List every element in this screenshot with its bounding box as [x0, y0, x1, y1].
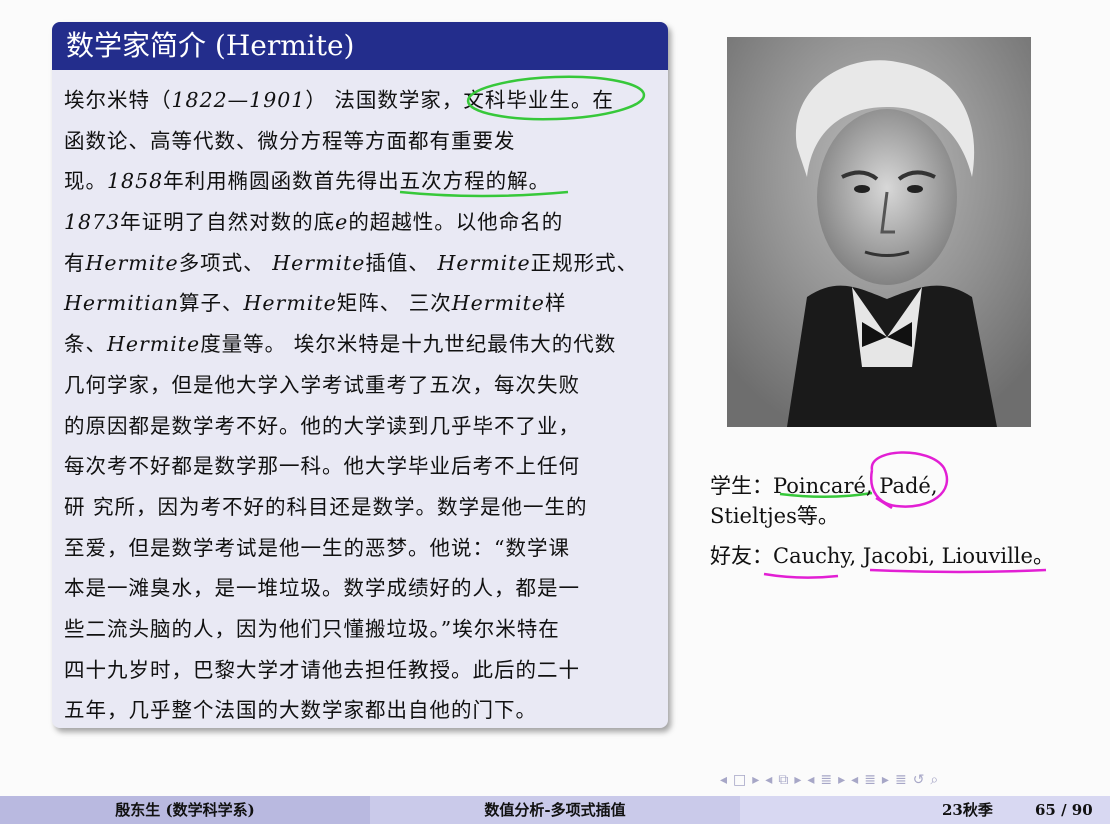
biography-text-segment: 至爱，但是数学考试是他一生的恶梦。他说：“数学课 [64, 535, 570, 560]
biography-line: Hermitian算子、Hermite矩阵、 三次Hermite样 [64, 283, 658, 324]
biography-line: 本是一滩臭水，是一堆垃圾。数学成绩好的人，都是一 [64, 568, 658, 609]
biography-text-segment: 的原因都是数学考不好。他的大学读到几乎毕不了业， [64, 413, 580, 438]
biography-text-segment: 函数论、高等代数、微分方程等方面都有重要发 [64, 128, 516, 153]
students-line-1: 学生：Poincaré, Padé, [710, 474, 938, 498]
biography-text-segment: 正规形式、 [530, 250, 639, 275]
nav-symbol-icon[interactable]: ⧉ [778, 772, 788, 788]
nav-symbol-icon[interactable]: ≣ [864, 772, 876, 788]
footer-course: 数值分析-多项式插值 [370, 796, 740, 824]
footer-semester: 23秋季 [942, 801, 993, 819]
biography-block: 数学家简介 (Hermite) 埃尔米特（1822—1901） 法国数学家，文科… [52, 22, 668, 728]
biography-text-segment: 1873 [64, 210, 121, 235]
nav-symbol-icon[interactable]: ↺ [913, 772, 925, 788]
biography-text-segment: 几何学家，但是他大学入学考试重考了五次，每次失败 [64, 372, 580, 397]
biography-text-segment: 有 [64, 250, 86, 275]
biography-line: 些二流头脑的人，因为他们只懂搬垃圾。”埃尔米特在 [64, 609, 658, 650]
biography-text-segment: 本是一滩臭水，是一堆垃圾。数学成绩好的人，都是一 [64, 576, 580, 601]
nav-symbol-icon[interactable]: ◂ [807, 772, 814, 788]
magenta-underline-cauchy [763, 572, 839, 579]
beamer-navigation-bar[interactable]: ◂ □ ▸ ◂ ⧉ ▸ ◂ ≣ ▸ ◂ ≣ ▸ ≣ ↺ ⌕ [720, 768, 1090, 792]
nav-symbol-icon[interactable]: ≣ [820, 772, 832, 788]
biography-text-segment: 现。 [64, 169, 107, 194]
biography-text-segment: 的超越性。以他命名的 [348, 210, 564, 235]
nav-symbol-icon[interactable]: ≣ [895, 772, 907, 788]
biography-line: 函数论、高等代数、微分方程等方面都有重要发 [64, 121, 658, 162]
biography-text-segment: 四十九岁时，巴黎大学才请他去担任教授。此后的二十 [64, 657, 580, 682]
biography-text-segment: 1822—1901 [171, 88, 306, 112]
nav-symbol-icon[interactable]: ▸ [882, 772, 889, 788]
biography-text-segment: 插值、 [365, 250, 438, 275]
biography-text-segment: 年证明了自然对数的底 [120, 210, 336, 235]
biography-line: 有Hermite多项式、 Hermite插值、 Hermite正规形式、 [64, 243, 658, 284]
biography-line: 四十九岁时，巴黎大学才请他去担任教授。此后的二十 [64, 650, 658, 691]
biography-text-segment: 矩阵、 三次 [336, 291, 452, 316]
nav-symbol-icon[interactable]: ◂ [765, 772, 772, 788]
students-line-2: Stieltjes等。 [710, 504, 839, 528]
bottom-border [0, 824, 1110, 834]
biography-text-segment: Hermite [437, 250, 531, 275]
biography-text-segment: 五年，几乎整个法国的大数学家都出自他的门下。 [64, 698, 537, 723]
biography-text-segment: Hermite [451, 291, 545, 316]
biography-text-segment: 每次考不好都是数学那一科。他大学毕业后考不上任何 [64, 454, 580, 479]
nav-symbol-icon[interactable]: ▸ [752, 772, 759, 788]
biography-line: 至爱，但是数学考试是他一生的恶梦。他说：“数学课 [64, 528, 658, 569]
biography-text-segment: Hermite [272, 250, 366, 275]
biography-line: 每次考不好都是数学那一科。他大学毕业后考不上任何 [64, 446, 658, 487]
biography-text-segment: Hermitian [64, 291, 180, 316]
biography-text-segment: Hermite [243, 291, 337, 316]
biography-line: 的原因都是数学考不好。他的大学读到几乎毕不了业， [64, 406, 658, 447]
block-title: 数学家简介 (Hermite) [52, 22, 668, 70]
biography-text-segment: Hermite [107, 332, 201, 357]
footer-page-number: 65 / 90 [1035, 801, 1093, 819]
biography-text-segment: 多项式、 [178, 250, 273, 275]
magenta-underline-friends [869, 568, 1047, 574]
biography-line: 埃尔米特（1822—1901） 法国数学家，文科毕业生。在 [64, 80, 658, 121]
footer-author: 殷东生 (数学科学系) [0, 796, 370, 824]
nav-symbol-icon[interactable]: ◂ [851, 772, 858, 788]
biography-line: 1873年证明了自然对数的底e的超越性。以他命名的 [64, 202, 658, 243]
biography-line: 现。1858年利用椭圆函数首先得出五次方程的解。 [64, 161, 658, 202]
biography-line: 几何学家，但是他大学入学考试重考了五次，每次失败 [64, 365, 658, 406]
footer: 殷东生 (数学科学系) 数值分析-多项式插值 23秋季 65 / 90 [0, 796, 1110, 824]
biography-text-segment: e [335, 210, 349, 235]
biography-text-segment: Hermite [85, 250, 179, 275]
biography-text-segment: 样 [544, 291, 567, 316]
footer-right: 23秋季 65 / 90 [740, 796, 1110, 824]
slide: 数学家简介 (Hermite) 埃尔米特（1822—1901） 法国数学家，文科… [0, 0, 1110, 834]
nav-symbol-icon[interactable]: ⌕ [930, 772, 938, 788]
biography-text-segment: 些二流头脑的人，因为他们只懂搬垃圾。”埃尔米特在 [64, 616, 560, 641]
biography-text-segment: 算子、 [179, 291, 244, 316]
nav-symbol-icon[interactable]: ◂ [720, 772, 727, 788]
biography-line: 条、Hermite度量等。 埃尔米特是十九世纪最伟大的代数 [64, 324, 658, 365]
biography-line: 研 究所，因为考不好的科目还是数学。数学是他一生的 [64, 487, 658, 528]
hermite-portrait [727, 37, 1031, 427]
biography-text-segment: 研 究所，因为考不好的科目还是数学。数学是他一生的 [64, 494, 588, 519]
nav-symbol-icon[interactable]: ▸ [794, 772, 801, 788]
biography-text-segment: 条、 [64, 332, 107, 357]
block-body: 埃尔米特（1822—1901） 法国数学家，文科毕业生。在函数论、高等代数、微分… [52, 70, 668, 728]
nav-symbol-icon[interactable]: □ [733, 772, 746, 788]
biography-line: 五年，几乎整个法国的大数学家都出自他的门下。 [64, 690, 658, 728]
biography-text-segment: 年利用椭圆函数首先得出五次方程的解。 [163, 169, 551, 194]
biography-text-segment: 度量等。 埃尔米特是十九世纪最伟大的代数 [200, 332, 617, 357]
friends-line: 好友：Cauchy, Jacobi, Liouville。 [710, 544, 1054, 568]
biography-text-segment: 1858 [107, 169, 164, 194]
nav-symbol-icon[interactable]: ▸ [838, 772, 845, 788]
biography-text-segment: ） 法国数学家，文科毕业生。在 [305, 88, 614, 112]
biography-text-segment: 埃尔米特（ [64, 88, 172, 112]
